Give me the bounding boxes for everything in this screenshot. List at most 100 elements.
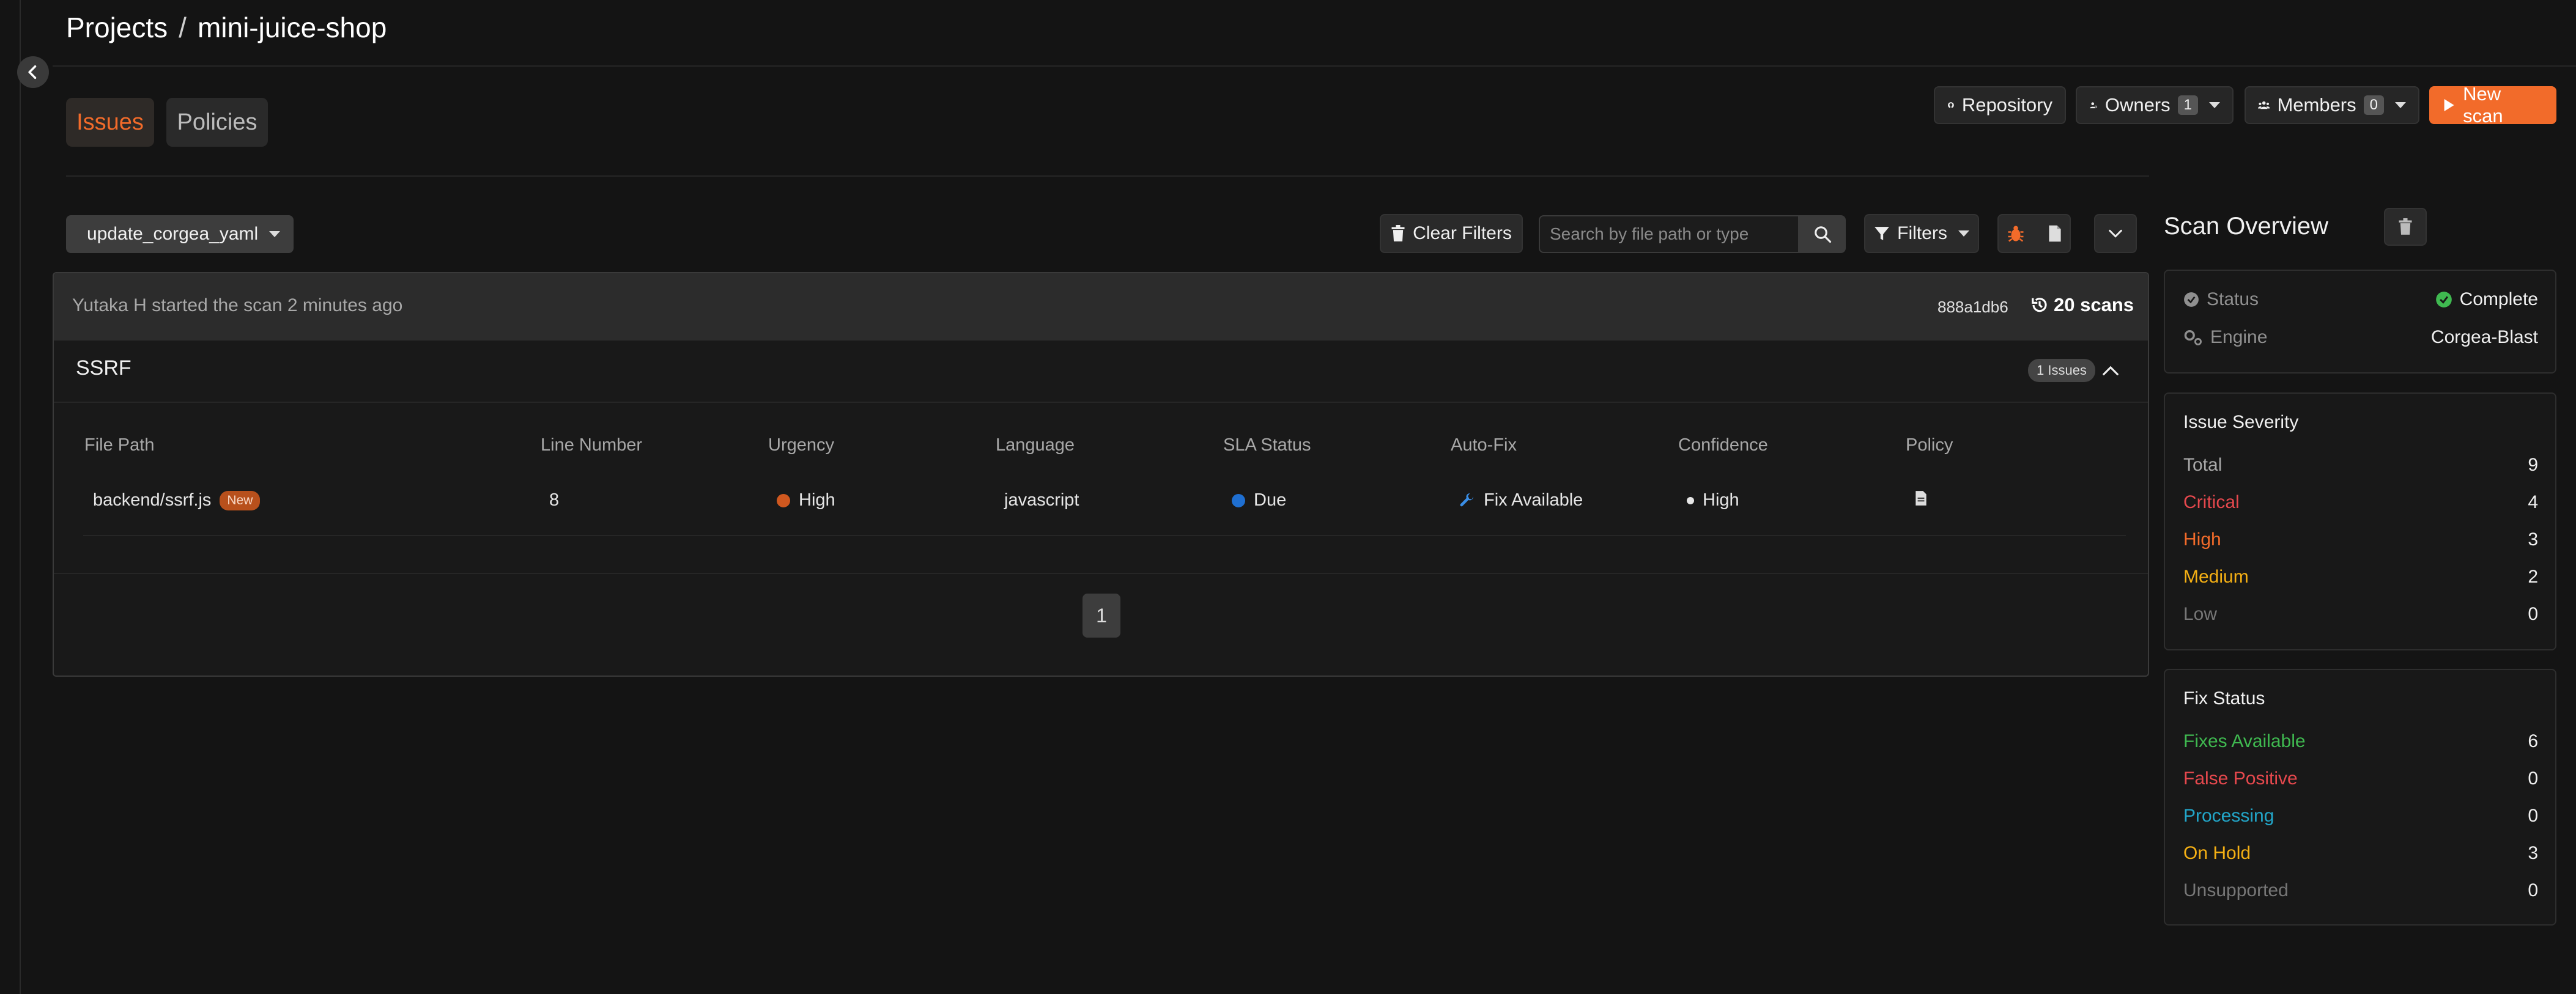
- status-row: Status Complete: [2183, 289, 2538, 310]
- trash-icon: [1391, 225, 1405, 241]
- scan-overview-title: Scan Overview: [2164, 213, 2328, 240]
- new-scan-button[interactable]: New scan: [2429, 83, 2556, 127]
- tab-policies[interactable]: Policies: [166, 98, 268, 147]
- fix-status-label: Unsupported: [2183, 880, 2289, 900]
- expand-toggle-button[interactable]: [2094, 214, 2137, 253]
- collapse-sidebar-button[interactable]: [17, 56, 49, 88]
- filters-label: Filters: [1897, 223, 1947, 243]
- issue-severity-card: Issue Severity Total 9 Critical 4 High 3…: [2164, 392, 2556, 650]
- urgency-label: High: [799, 490, 835, 510]
- wrench-icon: [1460, 493, 1473, 506]
- repository-label: Repository: [1961, 94, 2052, 116]
- severity-label: Low: [2183, 604, 2218, 624]
- caret-down-icon: [269, 231, 281, 237]
- fix-status-row-available: Fixes Available 6: [2183, 731, 2538, 752]
- file-path-link[interactable]: backend/ssrf.js: [93, 490, 211, 510]
- check-circle-icon: [2184, 292, 2199, 307]
- severity-row-high: High 3: [2183, 529, 2538, 550]
- column-header: Auto-Fix: [1451, 435, 1517, 455]
- severity-value: 9: [2528, 455, 2538, 475]
- severity-label: Critical: [2183, 492, 2240, 512]
- members-button[interactable]: Members 0: [2245, 86, 2419, 124]
- fix-status-value: 3: [2528, 843, 2538, 863]
- tabs-divider: [66, 175, 2149, 177]
- pagination-page-button[interactable]: 1: [1083, 594, 1120, 638]
- repository-button[interactable]: Repository: [1934, 86, 2066, 124]
- file-path-cell[interactable]: backend/ssrf.js New: [93, 490, 261, 510]
- column-header: Confidence: [1678, 435, 1768, 455]
- clear-filters-button[interactable]: Clear Filters: [1380, 214, 1523, 253]
- issues-count-badge: 1 Issues: [2028, 359, 2095, 382]
- scan-count-label: 20 scans: [2054, 294, 2134, 315]
- row-divider: [83, 535, 2126, 536]
- severity-label: Total: [2183, 455, 2223, 475]
- chevron-up-icon[interactable]: [2100, 361, 2121, 380]
- issue-group-title: SSRF: [76, 356, 131, 380]
- policy-cell[interactable]: [1914, 490, 1928, 506]
- owners-count-badge: 1: [2177, 95, 2198, 115]
- breadcrumb-separator: /: [179, 12, 187, 43]
- fix-status-value: 0: [2528, 880, 2538, 900]
- severity-row-critical: Critical 4: [2183, 492, 2538, 513]
- new-badge: New: [220, 490, 261, 510]
- fix-status-value: 6: [2528, 731, 2538, 751]
- branch-selector[interactable]: update_corgea_yaml: [66, 215, 294, 253]
- urgency-dot-icon: [777, 493, 790, 507]
- severity-row-low: Low 0: [2183, 604, 2538, 625]
- status-text: Complete: [2459, 289, 2538, 309]
- owners-button[interactable]: Owners 1: [2076, 86, 2234, 124]
- breadcrumb-project-name: mini-juice-shop: [197, 12, 387, 43]
- chevron-left-icon: [28, 65, 37, 79]
- members-count-badge: 0: [2363, 95, 2384, 115]
- engine-value: Corgea-Blast: [2430, 327, 2538, 347]
- header-divider: [53, 65, 2576, 67]
- issues-panel: Yutaka H started the scan 2 minutes ago …: [53, 272, 2149, 677]
- left-rail: [0, 0, 21, 994]
- severity-value: 4: [2528, 492, 2538, 512]
- fix-status-label: Fixes Available: [2183, 731, 2306, 751]
- scan-started-text: Yutaka H started the scan 2 minutes ago: [72, 295, 403, 315]
- bug-icon[interactable]: [2007, 224, 2025, 243]
- scan-history-link[interactable]: 20 scans: [2030, 294, 2134, 316]
- filter-icon: [1875, 227, 1890, 240]
- file-icon[interactable]: [2048, 224, 2062, 243]
- issue-group-header[interactable]: [54, 341, 2148, 403]
- auto-fix-label: Fix Available: [1484, 490, 1583, 510]
- search-icon: [1815, 226, 1832, 243]
- scan-overview-card: Status Complete Engine Corgea-Blast: [2164, 270, 2556, 374]
- filters-button[interactable]: Filters: [1864, 214, 1979, 253]
- tab-issues[interactable]: Issues: [66, 98, 154, 147]
- search-input[interactable]: [1539, 215, 1799, 253]
- issue-severity-title: Issue Severity: [2183, 412, 2299, 432]
- members-label: Members: [2277, 94, 2356, 116]
- sla-status-cell: Due: [1232, 490, 1286, 510]
- status-value: Complete: [2435, 289, 2538, 310]
- breadcrumb-projects-link[interactable]: Projects: [66, 11, 168, 44]
- play-icon: [2444, 99, 2454, 111]
- fix-status-row-processing: Processing 0: [2183, 806, 2538, 826]
- github-icon: [1947, 102, 1954, 108]
- line-number-cell: 8: [549, 490, 560, 510]
- fix-status-label: Processing: [2183, 806, 2274, 826]
- column-header: File Path: [84, 435, 155, 455]
- column-header: SLA Status: [1223, 435, 1311, 455]
- commit-hash[interactable]: 888a1db6: [1938, 298, 2008, 317]
- severity-label: High: [2183, 529, 2221, 550]
- severity-value: 3: [2528, 529, 2538, 550]
- column-header: Line Number: [541, 435, 643, 455]
- severity-row-total: Total 9: [2183, 455, 2538, 476]
- users-icon: [2258, 101, 2270, 109]
- column-header: Urgency: [768, 435, 834, 455]
- caret-down-icon: [2209, 102, 2220, 108]
- auto-fix-cell[interactable]: Fix Available: [1459, 490, 1583, 510]
- fix-status-value: 0: [2528, 768, 2538, 789]
- search-button[interactable]: [1799, 215, 1846, 253]
- urgency-cell: High: [777, 490, 835, 510]
- user-icon: [2090, 102, 2098, 109]
- severity-label: Medium: [2183, 567, 2249, 587]
- chevron-down-icon: [2109, 229, 2122, 238]
- delete-scan-button[interactable]: [2384, 208, 2427, 246]
- caret-down-icon: [1958, 230, 1969, 237]
- breadcrumb: Projects / mini-juice-shop: [66, 9, 387, 46]
- confidence-cell: High: [1687, 490, 1739, 510]
